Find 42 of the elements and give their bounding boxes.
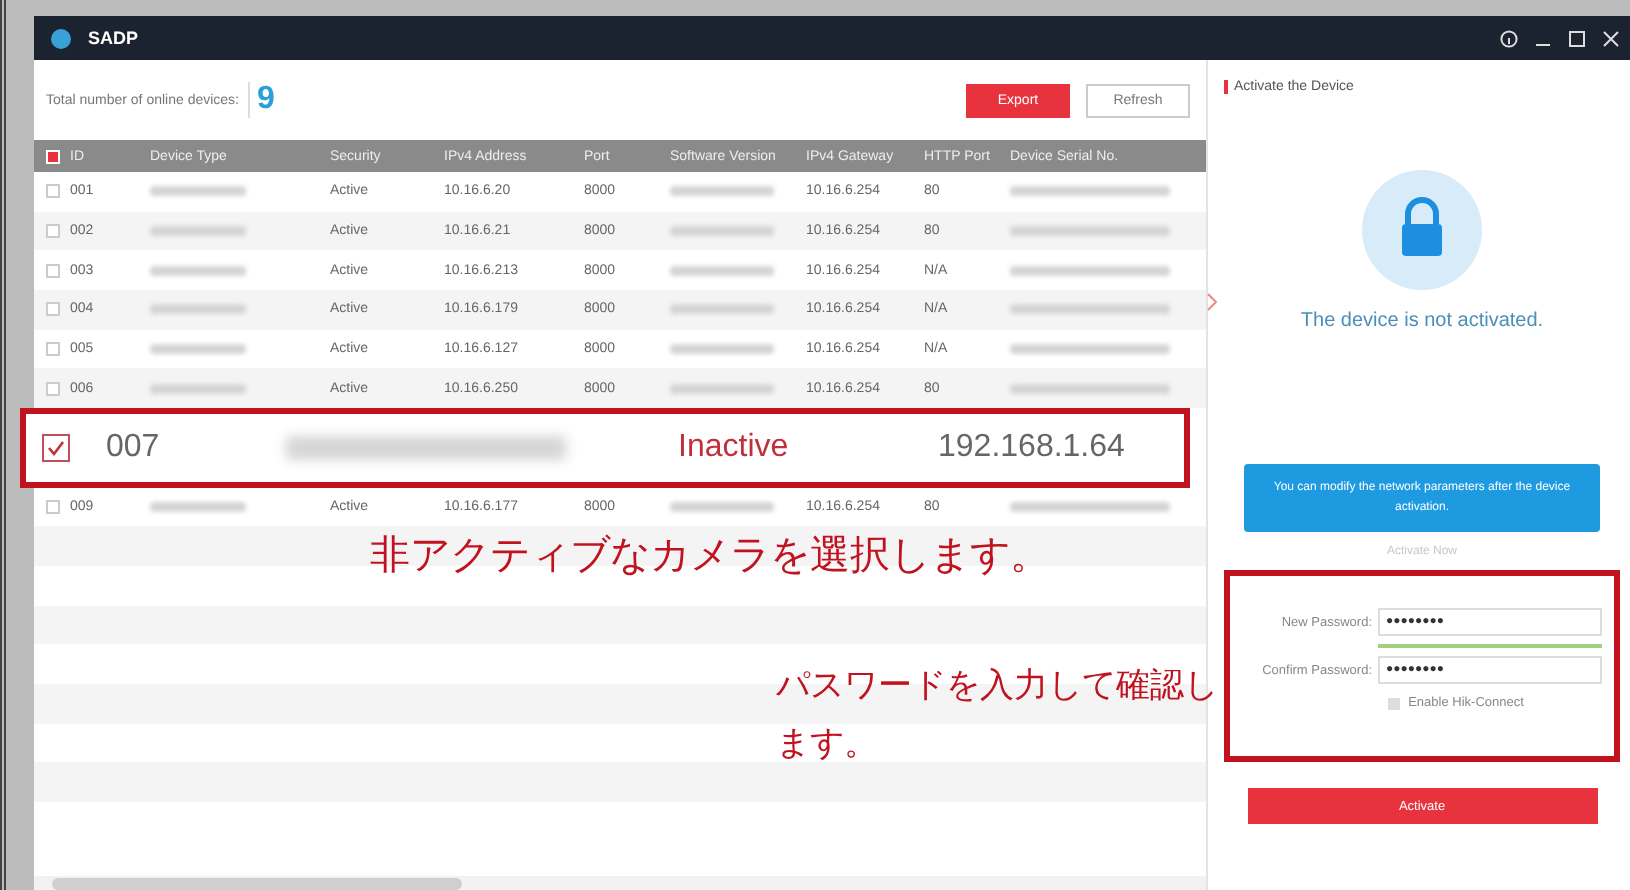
- annotation-text: ます。: [776, 725, 880, 763]
- table-cell-text: 192.168.1.64: [938, 429, 1127, 466]
- annotation-text: パスワードを入力して確認し: [776, 668, 1218, 706]
- window-title: SADP: [88, 28, 141, 48]
- select-all-checkbox[interactable]: [46, 149, 60, 163]
- blurred-text: [670, 186, 774, 197]
- blurred-text: [670, 501, 774, 512]
- blurred-text: [670, 383, 774, 394]
- checkbox[interactable]: [1388, 697, 1401, 709]
- row-checkbox[interactable]: [46, 263, 60, 278]
- chevron-right-icon[interactable]: [1206, 292, 1218, 312]
- row-checkbox[interactable]: [46, 381, 60, 396]
- horizontal-scrollbar[interactable]: [34, 876, 1206, 890]
- table-cell-text: Inactive: [678, 429, 791, 466]
- app-logo-icon: [50, 27, 72, 49]
- blurred-text: [150, 265, 246, 276]
- blurred-text: [150, 344, 246, 355]
- maximize-icon[interactable]: [1568, 29, 1586, 47]
- close-icon[interactable]: [1602, 29, 1620, 47]
- row-checkbox[interactable]: [46, 184, 60, 199]
- blurred-text: [670, 226, 774, 237]
- blurred-text: [670, 265, 774, 276]
- row-checkbox[interactable]: [46, 342, 60, 357]
- blurred-text: [150, 304, 246, 315]
- blurred-text: [670, 304, 774, 315]
- row-checkbox[interactable]: [46, 224, 60, 239]
- info-icon[interactable]: [1500, 29, 1518, 47]
- lock-icon: [1362, 170, 1482, 290]
- row-checkbox[interactable]: [42, 433, 70, 462]
- blurred-text: [150, 501, 246, 512]
- checkmark-icon: [46, 437, 66, 458]
- scrollbar-thumb[interactable]: [52, 877, 462, 889]
- device-count: 9: [247, 82, 950, 118]
- blurred-text: [670, 344, 774, 355]
- blurred-text: [150, 383, 246, 394]
- table-cell-text: 007: [106, 429, 162, 466]
- row-checkbox[interactable]: [46, 302, 60, 317]
- annotation-text: 非アクティブなカメラを選択します。: [370, 532, 1050, 576]
- blurred-text: [150, 226, 246, 237]
- row-checkbox[interactable]: [46, 499, 60, 514]
- blurred-text: [150, 186, 246, 197]
- status-message: The device is not activated.: [1300, 310, 1544, 332]
